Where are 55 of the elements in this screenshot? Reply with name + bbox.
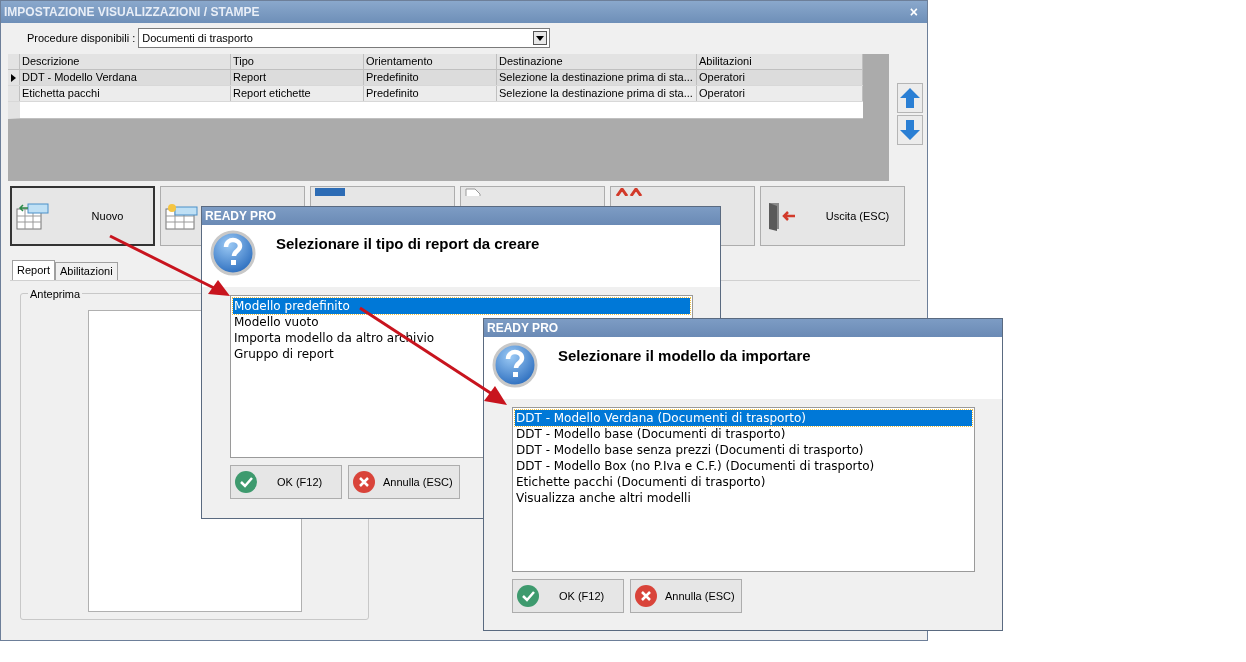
table-cell: Operatori [697, 70, 863, 85]
check-icon [235, 471, 257, 493]
list-option[interactable]: Modello predefinito [233, 298, 690, 314]
close-icon [353, 471, 375, 493]
chevron-marks-icon [615, 188, 643, 196]
move-up-button[interactable] [897, 83, 923, 113]
table-star-icon [165, 201, 199, 231]
column-header: Tipo [231, 54, 364, 69]
toolbar-button[interactable]: Nuovo [10, 186, 155, 246]
dialog-title: READY PRO [202, 207, 720, 225]
tab[interactable]: Report [12, 260, 56, 280]
dialog-heading: Selezionare il tipo di report da creare [276, 234, 540, 254]
row-header[interactable] [8, 70, 20, 85]
table-cell: Etichetta pacchi [20, 86, 231, 101]
new-row[interactable] [8, 102, 863, 119]
down-arrow-icon [899, 119, 921, 141]
table-cell: Selezione la destinazione prima di sta... [497, 86, 697, 101]
question-icon [210, 230, 256, 276]
ok-button[interactable]: OK (F12) [230, 465, 342, 499]
table-cell: Predefinito [364, 86, 497, 101]
cancel-button[interactable]: Annulla (ESC) [630, 579, 742, 613]
toolbar-button[interactable]: Uscita (ESC) [760, 186, 905, 246]
toolbar-icon [315, 188, 345, 196]
move-down-button[interactable] [897, 115, 923, 145]
list-option[interactable]: Etichette pacchi (Documenti di trasporto) [515, 474, 972, 490]
table-cell: Predefinito [364, 70, 497, 85]
table-cell: Report [231, 70, 364, 85]
column-header: Abilitazioni [697, 54, 863, 69]
close-icon [635, 585, 657, 607]
dialog-title: READY PRO [484, 319, 1002, 337]
list-option[interactable]: DDT - Modello Box (no P.Iva e C.F.) (Documenti di trasporto) [515, 458, 972, 474]
window-title: IMPOSTAZIONE VISUALIZZAZIONI / STAMPE [4, 4, 260, 21]
cancel-button[interactable]: Annulla (ESC) [348, 465, 460, 499]
row-pointer-icon [11, 73, 16, 82]
ok-button[interactable]: OK (F12) [512, 579, 624, 613]
document-icon [465, 188, 481, 196]
table-add-icon [16, 201, 50, 231]
check-icon [517, 585, 539, 607]
table-cell: Operatori [697, 86, 863, 101]
table-cell: DDT - Modello Verdana [20, 70, 231, 85]
column-header: Destinazione [497, 54, 697, 69]
option-list[interactable] [512, 407, 975, 572]
column-header: Orientamento [364, 54, 497, 69]
table-cell: Report etichette [231, 86, 364, 101]
list-option[interactable]: DDT - Modello Verdana (Documenti di trasporto) [515, 410, 972, 426]
list-option[interactable]: Visualizza anche altri modelli [515, 490, 972, 506]
question-icon [492, 342, 538, 388]
column-header: Descrizione [20, 54, 231, 69]
table-cell: Selezione la destinazione prima di sta... [497, 70, 697, 85]
table-row[interactable]: Etichetta pacchi Report etichette Predefinito Selezione la destinazione prima di sta... Operatori [8, 86, 863, 102]
procedure-dropdown[interactable]: Documenti di trasporto [138, 28, 551, 48]
up-arrow-icon [899, 87, 921, 109]
procedure-label: Procedure disponibili : [27, 30, 136, 46]
table-row[interactable]: DDT - Modello Verdana Report Predefinito Selezione la destinazione prima di sta... Operatori [8, 70, 863, 86]
tab[interactable]: Abilitazioni [55, 262, 118, 280]
